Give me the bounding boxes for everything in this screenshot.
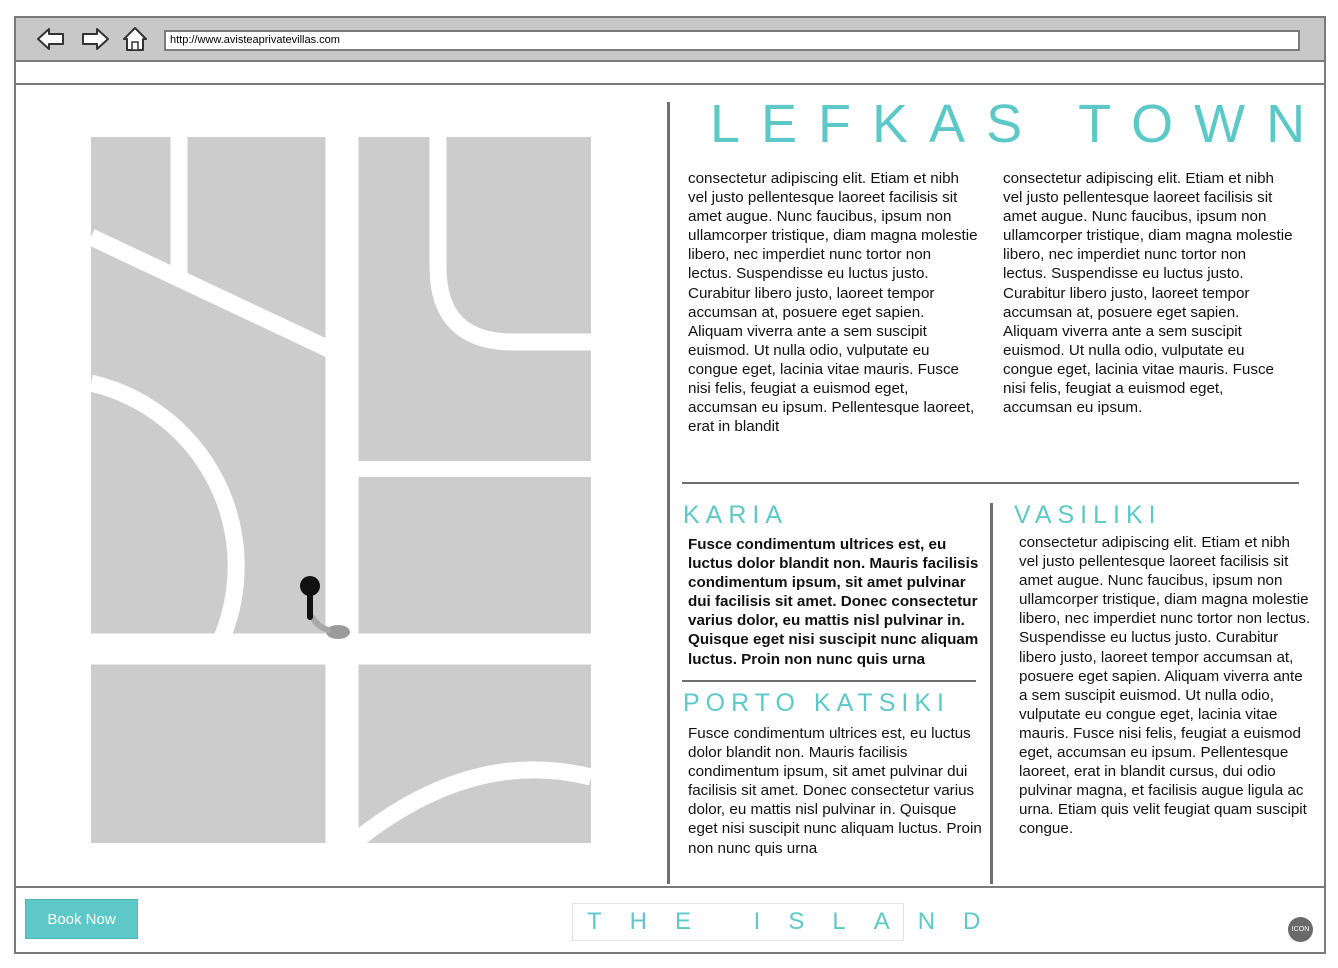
the-island-link[interactable]: THE ISLAND xyxy=(572,903,980,941)
footer-icon[interactable]: ICON xyxy=(1288,917,1313,942)
map[interactable] xyxy=(87,137,594,850)
porto-katsiki-title: PORTO KATSIKI xyxy=(683,689,950,717)
porto-katsiki-text: Fusce condimentum ultrices est, eu luctu… xyxy=(688,725,982,857)
karia-title: KARIA xyxy=(683,501,789,529)
karia-divider xyxy=(682,680,976,682)
forward-arrow-icon[interactable] xyxy=(78,22,112,56)
vasiliki-title: VASILIKI xyxy=(1014,501,1162,529)
section-divider xyxy=(682,482,1299,484)
lefkas-text-col1: consectetur adipiscing elit. Etiam et ni… xyxy=(688,170,978,436)
home-icon[interactable] xyxy=(118,22,152,56)
content-divider xyxy=(667,102,670,884)
page-title: LEFKAS TOWN xyxy=(710,94,1327,154)
vasiliki-text: consectetur adipiscing elit. Etiam et ni… xyxy=(1019,534,1311,838)
karia-text: Fusce condimentum ultrices est, eu luctu… xyxy=(688,536,979,668)
menu-bar xyxy=(14,60,1326,85)
back-arrow-icon[interactable] xyxy=(34,22,68,56)
lefkas-text-col2: consectetur adipiscing elit. Etiam et ni… xyxy=(1003,170,1293,417)
url-input[interactable]: http://www.avisteaprivatevillas.com xyxy=(164,30,1300,51)
book-now-button[interactable]: Book Now xyxy=(25,899,138,939)
map-pin-icon[interactable] xyxy=(298,575,354,643)
vasiliki-divider xyxy=(990,503,993,884)
